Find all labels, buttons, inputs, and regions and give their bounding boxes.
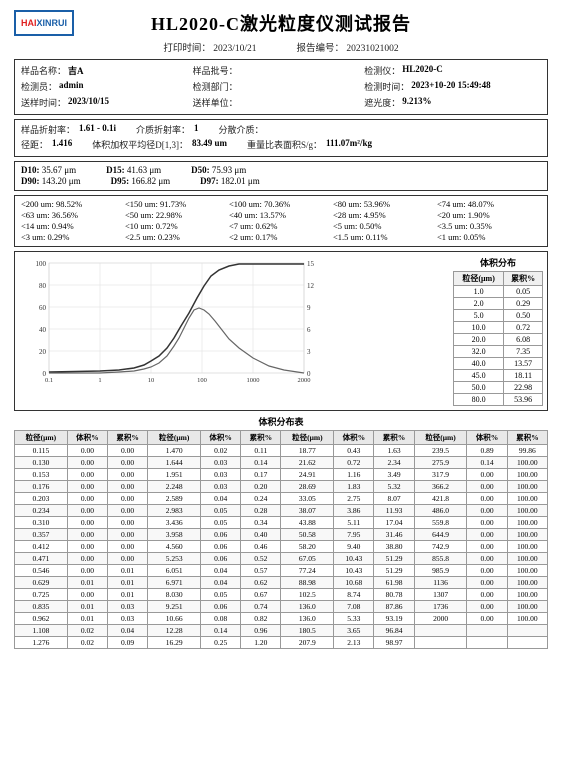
data-table-row: 0.3570.000.003.9580.060.4050.587.9531.46… — [15, 529, 548, 541]
data-table-row: 0.2030.000.002.5890.040.2433.052.758.074… — [15, 493, 548, 505]
d-values-section: D10: 35.67 μm D15: 41.63 μm D50: 75.93 μ… — [14, 161, 548, 191]
company-logo: HAIXINRUI — [14, 10, 74, 38]
svg-text:9: 9 — [307, 304, 311, 312]
report-subheader: 打印时间： 2023/10/21 报告编号： 20231021002 — [14, 40, 548, 54]
data-table-row: 0.1760.000.002.2480.030.2028.691.835.323… — [15, 481, 548, 493]
sample-info-row2: 检测员： admin 检测部门： 检测时间： 2023+10-20 15:49:… — [21, 79, 541, 94]
inspector: 检测员： admin — [21, 79, 193, 94]
submit-time: 送样时间： 2023/10/15 — [21, 95, 193, 110]
svg-text:2000: 2000 — [298, 377, 311, 384]
report-header: HAIXINRUI HL2020-C激光粒度仪测试报告 — [14, 10, 548, 36]
data-table-row: 0.2340.000.002.9830.050.2838.073.8611.93… — [15, 505, 548, 517]
dist-table: 体积分布 粒径(μm) 累积% 1.00.052.00.295.00.5010.… — [453, 256, 543, 406]
params-row2: 径距： 1.416 体积加权平均径D[1,3]： 83.49 um 重量比表面积… — [21, 138, 541, 151]
svg-text:0.1: 0.1 — [45, 377, 53, 384]
svg-text:80: 80 — [39, 282, 47, 290]
data-table-row: 0.3100.000.003.4360.050.3443.885.1117.04… — [15, 517, 548, 529]
surface-area: 重量比表面积S/g： 111.07m²/kg — [247, 138, 372, 151]
data-table-row: 0.9620.010.0310.660.080.82136.05.3393.19… — [15, 613, 548, 625]
data-table-title: 体积分布表 — [14, 415, 548, 428]
d10: D10: 35.67 μm — [21, 165, 76, 175]
sample-name: 样品名称： 吉A — [21, 63, 193, 78]
dispersion-medium: 分散介质： — [219, 123, 268, 136]
svg-text:6: 6 — [307, 326, 311, 334]
span: 径距： 1.416 — [21, 138, 72, 151]
svg-text:3: 3 — [307, 348, 311, 356]
medium-ri: 介质折射率： 1 — [136, 123, 199, 136]
print-time: 打印时间： 2023/10/21 — [163, 40, 256, 54]
d15: D15: 41.63 μm — [106, 165, 161, 175]
percent-section: <200 um: 98.52% <150 um: 91.73% <100 um:… — [14, 195, 548, 247]
vol-mean-dia: 体积加权平均径D[1,3]： 83.49 um — [92, 138, 227, 151]
svg-text:60: 60 — [39, 304, 47, 312]
svg-text:12: 12 — [307, 282, 315, 290]
dist-table-row: 80.053.96 — [454, 394, 543, 406]
dist-table-content: 粒径(μm) 累积% 1.00.052.00.295.00.5010.00.72… — [453, 271, 543, 406]
d-row2: D90: 143.20 μm D95: 166.82 μm D97: 182.0… — [21, 176, 541, 186]
svg-text:20: 20 — [39, 348, 47, 356]
detect-time: 检测时间： 2023+10-20 15:49:48 — [364, 79, 536, 94]
sample-ri: 样品折射率： 1.61 - 0.1i — [21, 123, 116, 136]
dist-table-row: 40.013.57 — [454, 358, 543, 370]
chart-area: 0 20 40 60 80 100 0 3 6 9 12 15 0.1 1 10… — [19, 256, 447, 386]
chart-section: 0 20 40 60 80 100 0 3 6 9 12 15 0.1 1 10… — [14, 251, 548, 411]
pct-row3: <14 um: 0.94% <10 um: 0.72% <7 um: 0.62%… — [21, 221, 541, 231]
d95: D95: 166.82 μm — [111, 176, 171, 186]
data-table-row: 1.1080.020.0412.280.140.96180.53.6596.84 — [15, 625, 548, 637]
params-row1: 样品折射率： 1.61 - 0.1i 介质折射率： 1 分散介质： — [21, 123, 541, 136]
svg-text:100: 100 — [36, 260, 47, 268]
d-row1: D10: 35.67 μm D15: 41.63 μm D50: 75.93 μ… — [21, 165, 541, 175]
data-table-row: 0.4120.000.004.5600.060.4658.209.4038.80… — [15, 541, 548, 553]
svg-text:1: 1 — [98, 377, 101, 384]
pct-row2: <63 um: 36.56% <50 um: 22.98% <40 um: 13… — [21, 210, 541, 220]
sample-info-section: 样品名称： 吉A 样品批号： 检测仪： HL2020-C 检测员： admin … — [14, 59, 548, 115]
data-table-row: 0.4710.000.005.2530.060.5267.0510.4351.2… — [15, 553, 548, 565]
dist-table-row: 45.018.11 — [454, 370, 543, 382]
dist-table-row: 32.07.35 — [454, 346, 543, 358]
pct-row1: <200 um: 98.52% <150 um: 91.73% <100 um:… — [21, 199, 541, 209]
obscuration: 遮光度： 9.213% — [364, 95, 536, 110]
data-table-row: 0.8350.010.039.2510.060.74136.07.0887.86… — [15, 601, 548, 613]
report-page: HAIXINRUI HL2020-C激光粒度仪测试报告 打印时间： 2023/1… — [0, 0, 562, 659]
svg-text:10: 10 — [148, 377, 155, 384]
report-no: 报告编号： 20231021002 — [297, 40, 399, 54]
dist-table-row: 20.06.08 — [454, 334, 543, 346]
dist-table-row: 5.00.50 — [454, 310, 543, 322]
dist-table-row: 2.00.29 — [454, 298, 543, 310]
sample-batch: 样品批号： — [193, 63, 365, 78]
data-table-row: 0.1150.000.001.4700.020.1118.770.431.632… — [15, 445, 548, 457]
svg-text:40: 40 — [39, 326, 47, 334]
d50: D50: 75.93 μm — [191, 165, 246, 175]
sample-info-row1: 样品名称： 吉A 样品批号： 检测仪： HL2020-C — [21, 63, 541, 78]
chart-svg: 0 20 40 60 80 100 0 3 6 9 12 15 0.1 1 10… — [19, 258, 339, 388]
svg-text:15: 15 — [307, 260, 315, 268]
sample-info-row3: 送样时间： 2023/10/15 送样单位： 遮光度： 9.213% — [21, 95, 541, 110]
submit-unit: 送样单位： — [193, 95, 365, 110]
data-table-row: 0.7250.000.018.0300.050.67102.58.7480.78… — [15, 589, 548, 601]
data-table-row: 0.1530.000.001.9510.030.1724.911.163.493… — [15, 469, 548, 481]
d90: D90: 143.20 μm — [21, 176, 81, 186]
data-table-row: 1.2760.020.0916.290.251.20207.92.1398.97 — [15, 637, 548, 649]
data-table: 粒径(μm) 体积% 累积% 粒径(μm) 体积% 累积% 粒径(μm) 体积%… — [14, 430, 548, 649]
data-table-section: 体积分布表 粒径(μm) 体积% 累积% 粒径(μm) 体积% 累积% 粒径(μ… — [14, 415, 548, 649]
dist-table-title: 体积分布 — [453, 256, 543, 269]
dist-table-row: 1.00.05 — [454, 286, 543, 298]
pct-row4: <3 um: 0.29% <2.5 um: 0.23% <2 um: 0.17%… — [21, 232, 541, 242]
d97: D97: 182.01 μm — [200, 176, 260, 186]
data-table-row: 0.6290.010.016.9710.040.6288.9810.6861.9… — [15, 577, 548, 589]
data-table-row: 0.1300.000.001.6440.030.1421.620.722.342… — [15, 457, 548, 469]
report-title: HL2020-C激光粒度仪测试报告 — [151, 10, 411, 36]
instrument: 检测仪： HL2020-C — [364, 63, 536, 78]
params-section: 样品折射率： 1.61 - 0.1i 介质折射率： 1 分散介质： 径距： 1.… — [14, 119, 548, 157]
dist-table-row: 50.022.98 — [454, 382, 543, 394]
svg-text:100: 100 — [197, 377, 207, 384]
svg-text:1000: 1000 — [247, 377, 260, 384]
dist-table-row: 10.00.72 — [454, 322, 543, 334]
data-table-row: 0.5460.000.016.0510.040.5777.2410.4351.2… — [15, 565, 548, 577]
department: 检测部门： — [193, 79, 365, 94]
